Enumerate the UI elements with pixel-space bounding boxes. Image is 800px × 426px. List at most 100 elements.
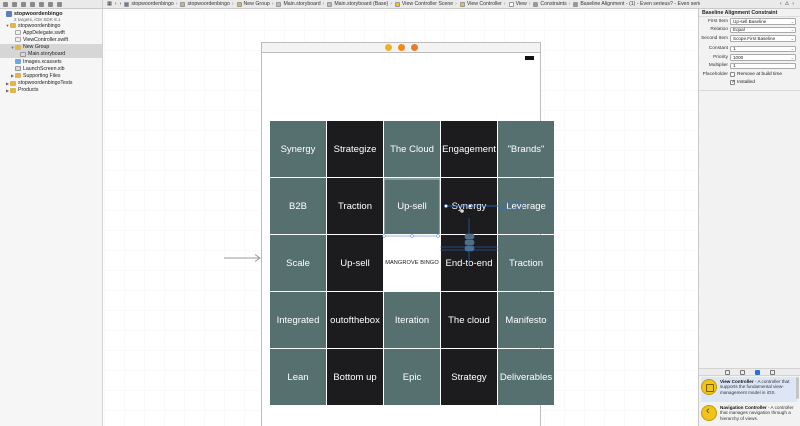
priority-row: Priority 1000 ⌄ <box>699 53 800 62</box>
bingo-tile[interactable]: Strategy <box>441 349 497 405</box>
test-nav-icon[interactable] <box>39 1 44 7</box>
object-library-tab-icon[interactable] <box>755 369 760 375</box>
grid-icon[interactable]: ▦ <box>107 1 112 7</box>
breadcrumb-separator-icon: › <box>528 1 531 7</box>
file-tree-label: AppDelegate.swift <box>23 29 65 36</box>
file-tree-item[interactable]: Main.storyboard <box>0 50 102 58</box>
bingo-tile[interactable]: Synergy <box>441 178 497 234</box>
first-item-select[interactable]: Up-sell.Baseline ⌄ <box>730 18 796 25</box>
breadcrumb-item[interactable]: View Controller Scene › <box>394 1 457 7</box>
file-tree-item[interactable]: ▼ stopwoordenbingo <box>0 22 102 29</box>
bingo-tile[interactable]: Manifesto <box>498 292 554 348</box>
breadcrumb-separator-icon: › <box>271 1 274 7</box>
chevron-right-icon[interactable]: › <box>792 1 794 7</box>
breadcrumb-item[interactable]: Constraints › <box>533 1 570 7</box>
bingo-tile[interactable]: The cloud <box>441 292 497 348</box>
breadcrumb-label: Constraints <box>540 1 567 7</box>
breadcrumb-separator-icon: › <box>390 1 392 7</box>
search-nav-icon[interactable] <box>21 1 26 7</box>
file-tree-item[interactable]: ▶ stopwoordenbingoTests <box>0 80 102 87</box>
breadcrumb-item[interactable]: stopwoordenbingo › <box>124 1 177 7</box>
file-tree-label: Images.xcassets <box>23 58 62 65</box>
file-tree-item[interactable]: ▶ Supporting Files <box>0 72 102 79</box>
chevron-down-icon: ⌄ <box>790 27 794 33</box>
bingo-tile[interactable]: Bottom up <box>327 349 383 405</box>
bingo-tile[interactable]: Traction <box>327 178 383 234</box>
project-icon <box>6 11 12 17</box>
issue-nav-icon[interactable] <box>30 1 35 7</box>
bingo-tile[interactable]: Epic <box>384 349 440 405</box>
breadcrumb-item[interactable]: Main.storyboard › <box>276 1 324 7</box>
breadcrumb-label: View <box>515 1 527 7</box>
folder-nav-icon[interactable] <box>3 1 8 7</box>
file-tree-item[interactable]: ▼ New Group <box>0 43 102 51</box>
constant-label: Constant <box>708 46 728 52</box>
chevron-left-icon[interactable]: ‹ <box>780 1 782 7</box>
file-tree-item[interactable]: Images.xcassets <box>0 58 102 65</box>
placeholder-checkbox[interactable] <box>730 71 735 77</box>
file-tree-item[interactable]: LaunchScreen.xib <box>0 65 102 72</box>
bingo-tile[interactable]: Synergy <box>270 121 326 177</box>
bingo-tile[interactable]: Iteration <box>384 292 440 348</box>
multiplier-field[interactable]: 1 <box>730 62 796 69</box>
bingo-tile[interactable]: outofthebox <box>327 292 383 348</box>
bingo-tile[interactable]: "Brands" <box>498 121 554 177</box>
exit-dock-icon[interactable] <box>410 44 418 51</box>
view-controller-dock-icon[interactable] <box>384 44 392 51</box>
file-tree-item[interactable]: AppDelegate.swift <box>0 29 102 36</box>
breadcrumb-label: Main.storyboard (Base) <box>334 1 389 7</box>
breadcrumb-icon <box>459 1 465 7</box>
media-library-tab-icon[interactable] <box>770 369 775 375</box>
file-template-tab-icon[interactable] <box>725 369 730 375</box>
code-snippet-tab-icon[interactable] <box>740 369 745 375</box>
breadcrumb-item[interactable]: New Group › <box>236 1 274 7</box>
second-item-label: Second Item <box>701 35 728 41</box>
breadcrumb-item[interactable]: View Controller › <box>459 1 506 7</box>
breadcrumb-item[interactable]: stopwoordenbingo › <box>180 1 234 7</box>
bingo-tile[interactable]: Leverage <box>498 178 554 234</box>
installed-checkbox[interactable] <box>730 79 736 86</box>
forward-arrow-icon[interactable]: › <box>120 1 122 7</box>
symbol-nav-icon[interactable] <box>12 1 17 7</box>
constant-field[interactable]: 1 ⌄ <box>730 45 796 52</box>
second-item-value: Scope.First Baseline <box>733 35 776 41</box>
entry-point-arrow-icon[interactable] <box>224 254 262 262</box>
project-header[interactable]: stopwoordenbingo 2 targets, iOS SDK 8.1 <box>0 9 102 22</box>
bingo-tile[interactable]: The Cloud <box>384 121 440 177</box>
bingo-tile[interactable]: Up-sell <box>327 235 383 291</box>
debug-nav-icon[interactable] <box>48 1 53 7</box>
breadcrumb-separator-icon: › <box>455 1 457 7</box>
back-arrow-icon[interactable]: ‹ <box>115 1 117 7</box>
priority-field[interactable]: 1000 ⌄ <box>730 54 796 61</box>
bingo-tile[interactable]: Integrated <box>270 292 326 348</box>
first-item-value: Up-sell.Baseline <box>733 18 767 24</box>
second-item-select[interactable]: Scope.First Baseline ⌄ <box>730 35 796 42</box>
bingo-tile[interactable]: MANGROVE BINGO <box>384 235 440 291</box>
breadcrumb-item[interactable]: View › <box>508 1 531 7</box>
warning-icon[interactable]: ⚠ <box>785 1 790 7</box>
bingo-tile[interactable]: End-to-end <box>441 235 497 291</box>
breadcrumb-item[interactable]: Baseline Alignment - (1) - Even serieus?… <box>573 1 700 7</box>
file-tree-label: Main.storyboard <box>28 51 66 58</box>
library-scrollbar[interactable] <box>796 377 799 399</box>
breadcrumb-icon <box>508 1 514 7</box>
relation-select[interactable]: Equal ⌄ <box>730 26 796 33</box>
bingo-tile[interactable]: Lean <box>270 349 326 405</box>
bingo-tile[interactable]: Scale <box>270 235 326 291</box>
storyboard-canvas[interactable]: Synergy Strategize The Cloud Engagement "Bra… <box>104 10 697 426</box>
bingo-tile[interactable]: Deliverables <box>498 349 554 405</box>
view-controller-scene[interactable]: Synergy Strategize The Cloud Engagement "Bra… <box>261 52 554 426</box>
breadcrumb-item[interactable]: Main.storyboard (Base) › <box>327 1 392 7</box>
breakpoint-nav-icon[interactable] <box>57 1 62 7</box>
first-responder-dock-icon[interactable] <box>397 44 405 51</box>
breadcrumb-icon <box>573 1 579 7</box>
bingo-tile[interactable]: Strategize <box>327 121 383 177</box>
file-tree-item[interactable]: ViewController.swift <box>0 36 102 43</box>
bingo-tile[interactable]: Engagement <box>441 121 497 177</box>
bingo-tile[interactable]: Up-sell <box>384 178 440 234</box>
bingo-tile[interactable]: B2B <box>270 178 326 234</box>
library-item-navigation-controller[interactable]: Navigation Controller - A controller tha… <box>701 403 797 426</box>
bingo-tile[interactable]: Traction <box>498 235 554 291</box>
file-tree-item[interactable]: ▶ Products <box>0 87 102 94</box>
library-item-view-controller[interactable]: View Controller - A controller that supp… <box>701 377 797 402</box>
